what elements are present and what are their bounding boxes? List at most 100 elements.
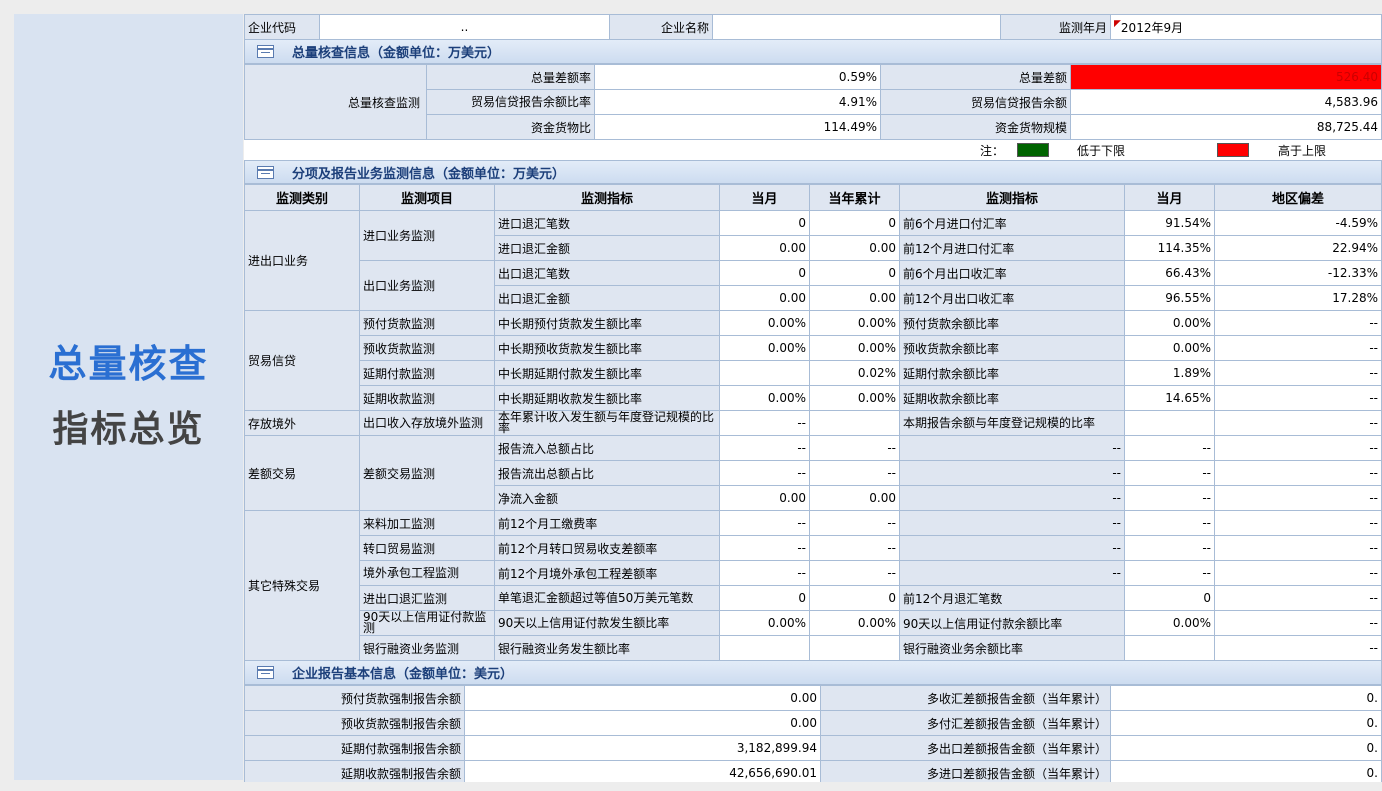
total-check-label: 总量差额 (880, 64, 1071, 90)
panel-title-line1: 总量核查 (48, 342, 209, 386)
indicator2-cell: -- (899, 510, 1125, 536)
indicator-cell: 出口退汇笔数 (494, 260, 720, 286)
total-check-value: 88,725.44 (1070, 114, 1382, 140)
company-header-table: 企业代码 .. 企业名称 监测年月 ◤2012年9月 (244, 14, 1382, 40)
total-check-value-alert: 526.40 (1070, 64, 1382, 90)
ytd-cell: 0 (809, 210, 900, 236)
item-cell: 出口收入存放境外监测 (359, 410, 495, 436)
ytd-cell: 0 (809, 260, 900, 286)
report-label: 多进口差额报告金额（当年累计） (820, 760, 1111, 782)
legend: 注： 低于下限 高于上限 (244, 140, 1382, 160)
report-value: 0. (1110, 710, 1382, 736)
item-cell: 预收货款监测 (359, 335, 495, 361)
month2-cell: 0 (1124, 585, 1215, 611)
report-value: 0.00 (464, 685, 821, 711)
ytd-cell (809, 635, 900, 661)
month2-cell: 0.00% (1124, 335, 1215, 361)
total-check-group-label: 总量核查监测 (244, 64, 427, 140)
indicator-cell: 本年累计收入发生额与年度登记规模的比率 (494, 410, 720, 436)
item-cell: 延期付款监测 (359, 360, 495, 386)
month-field[interactable]: ◤2012年9月 (1110, 14, 1382, 40)
table-row: 预付货款强制报告余额 0.00 多收汇差额报告金额（当年累计） 0. (244, 685, 1382, 711)
section-item-monitor-header[interactable]: 分项及报告业务监测信息（金额单位：万美元） (244, 160, 1382, 184)
total-check-label: 总量差额率 (426, 64, 595, 90)
month-cell: 0 (719, 585, 810, 611)
ytd-cell: -- (809, 560, 900, 586)
indicator2-cell: 前12个月退汇笔数 (899, 585, 1125, 611)
ytd-cell: -- (809, 510, 900, 536)
panel-title-line2: 指标总览 (52, 409, 205, 450)
deviation-cell: -- (1214, 560, 1382, 586)
deviation-cell: -- (1214, 585, 1382, 611)
month2-cell: 91.54% (1124, 210, 1215, 236)
category-cell: 贸易信贷 (244, 310, 360, 411)
table-row: 延期收款监测 中长期延期收款发生额比率 0.00% 0.00% 延期收款余额比率… (245, 385, 1382, 411)
deviation-cell: -12.33% (1214, 260, 1382, 286)
section-total-check-header[interactable]: 总量核查信息（金额单位：万美元） (244, 40, 1382, 64)
indicator-cell: 中长期预收货款发生额比率 (494, 335, 720, 361)
report-value: 3,182,899.94 (464, 735, 821, 761)
month-cell: 0 (719, 210, 810, 236)
deviation-cell: -- (1214, 335, 1382, 361)
legend-high-label: 高于上限 (1278, 143, 1327, 158)
indicator-cell: 银行融资业务发生额比率 (494, 635, 720, 661)
table-row: 出口业务监测 出口退汇笔数 0 0 前6个月出口收汇率 66.43% -12.3… (245, 260, 1382, 311)
total-check-value: 4,583.96 (1070, 89, 1382, 115)
indicator2-cell: -- (899, 535, 1125, 561)
company-code-field[interactable]: .. (319, 14, 610, 40)
item-cell: 境外承包工程监测 (359, 560, 495, 586)
item-cell: 转口贸易监测 (359, 535, 495, 561)
legend-note-label: 注： (979, 143, 1004, 158)
indicator-cell: 前12个月转口贸易收支差额率 (494, 535, 720, 561)
ytd-cell: 0.00 (809, 235, 900, 261)
section-item-monitor-title: 分项及报告业务监测信息（金额单位：万美元） (292, 166, 566, 182)
month-cell: -- (719, 410, 810, 436)
panel-toggle-icon[interactable] (257, 165, 274, 179)
report-value: 0. (1110, 735, 1382, 761)
panel-toggle-icon[interactable] (257, 45, 274, 58)
item-cell: 延期收款监测 (359, 385, 495, 411)
deviation-cell: -- (1214, 310, 1382, 336)
section-report-info-title: 企业报告基本信息（金额单位：美元） (292, 667, 514, 682)
month2-cell: 0.00% (1124, 310, 1215, 336)
deviation-cell: 22.94% (1214, 235, 1382, 261)
col-header: 当年累计 (809, 184, 900, 211)
section-report-info-header[interactable]: 企业报告基本信息（金额单位：美元） (244, 661, 1382, 685)
month-value: 2012年9月 (1120, 20, 1184, 35)
col-header: 地区偏差 (1214, 184, 1382, 211)
indicator-cell: 报告流入总额占比 (494, 435, 720, 461)
month-cell: -- (719, 510, 810, 536)
item-cell: 90天以上信用证付款监测 (359, 610, 495, 636)
company-name-field[interactable] (712, 14, 1001, 40)
report-label: 多收汇差额报告金额（当年累计） (820, 685, 1111, 711)
col-header: 监测指标 (899, 184, 1125, 211)
report-value: 0.00 (464, 710, 821, 736)
table-row: 进出口业务 进口业务监测 进口退汇笔数 0 0 前6个月进口付汇率 91.54%… (244, 210, 1382, 311)
total-check-label: 贸易信贷报告余额 (880, 89, 1071, 115)
left-title-panel: 总量核查 指标总览 (14, 14, 243, 780)
indicator2-cell: 银行融资业务余额比率 (899, 635, 1125, 661)
category-cell: 差额交易 (244, 435, 360, 511)
month2-cell: 114.35% (1124, 235, 1215, 261)
indicator2-cell: 90天以上信用证付款余额比率 (899, 610, 1125, 636)
indicator2-cell: 延期收款余额比率 (899, 385, 1125, 411)
month2-cell: 96.55% (1124, 285, 1215, 311)
indicator2-cell: 预收货款余额比率 (899, 335, 1125, 361)
report-value: 0. (1110, 760, 1382, 782)
panel-toggle-icon[interactable] (257, 666, 274, 679)
indicator-cell: 前12个月境外承包工程差额率 (494, 560, 720, 586)
month2-cell: 66.43% (1124, 260, 1215, 286)
month2-cell: -- (1124, 485, 1215, 511)
item-cell: 银行融资业务监测 (359, 635, 495, 661)
total-check-label: 贸易信贷报告余额比率 (426, 89, 595, 115)
indicator2-cell: 预付货款余额比率 (899, 310, 1125, 336)
month2-cell: -- (1124, 535, 1215, 561)
month-cell: 0.00 (719, 235, 810, 261)
deviation-cell: -- (1214, 435, 1382, 461)
deviation-cell: -- (1214, 510, 1382, 536)
item-cell: 差额交易监测 (359, 435, 495, 511)
report-label: 预付货款强制报告余额 (244, 685, 465, 711)
month-cell: 0 (719, 260, 810, 286)
table-row: 差额交易 差额交易监测 报告流入总额占比 -- -- -- -- -- (244, 435, 1382, 511)
col-header: 监测指标 (494, 184, 720, 211)
